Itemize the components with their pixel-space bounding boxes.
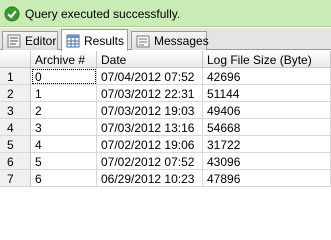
row-number: 6 xyxy=(7,155,14,169)
row-number: 3 xyxy=(7,104,14,118)
cell-value: 54668 xyxy=(207,121,241,135)
cell-value: 07/03/2012 13:16 xyxy=(101,121,195,135)
grid-cell[interactable]: 07/02/2012 19:06 xyxy=(97,136,203,153)
messages-icon xyxy=(136,35,150,48)
status-bar: Query executed successfully. xyxy=(0,0,331,27)
grid-cell[interactable]: 4 xyxy=(31,136,97,153)
grid-cell[interactable]: 42696 xyxy=(203,68,331,85)
row-header[interactable]: 5 xyxy=(0,136,31,153)
grid-cell[interactable]: 07/03/2012 19:03 xyxy=(97,102,203,119)
grid-cell[interactable]: 47896 xyxy=(203,170,331,187)
column-header-date[interactable]: Date xyxy=(97,51,203,68)
grid-cell[interactable]: 49406 xyxy=(203,102,331,119)
row-header[interactable]: 4 xyxy=(0,119,31,136)
grid-cell[interactable]: 07/03/2012 13:16 xyxy=(97,119,203,136)
cell-value: 1 xyxy=(35,87,42,101)
grid-cell[interactable]: 54668 xyxy=(203,119,331,136)
grid-cell[interactable]: 5 xyxy=(31,153,97,170)
results-grid[interactable]: Archive # Date Log File Size (Byte) 1 0 … xyxy=(0,51,331,215)
grid-cell[interactable]: 07/03/2012 22:31 xyxy=(97,85,203,102)
cell-value: 06/29/2012 10:23 xyxy=(101,172,195,186)
column-header-label: Log File Size (Byte) xyxy=(207,53,312,67)
row-number: 1 xyxy=(7,70,14,84)
row-header[interactable]: 7 xyxy=(0,170,31,187)
row-header[interactable]: 6 xyxy=(0,153,31,170)
row-number: 5 xyxy=(7,138,14,152)
cell-value: 51144 xyxy=(207,87,240,101)
status-message: Query executed successfully. xyxy=(25,7,181,21)
cell-value: 31722 xyxy=(207,138,241,152)
grid-corner[interactable] xyxy=(0,51,31,68)
results-grid-icon xyxy=(66,34,80,48)
tab-results[interactable]: Results xyxy=(61,29,128,51)
row-number: 4 xyxy=(7,121,14,135)
grid-cell[interactable]: 31722 xyxy=(203,136,331,153)
row-header[interactable]: 3 xyxy=(0,102,31,119)
grid-cell[interactable]: 6 xyxy=(31,170,97,187)
grid-cell[interactable]: 06/29/2012 10:23 xyxy=(97,170,203,187)
cell-value: 07/03/2012 22:31 xyxy=(101,87,195,101)
grid-cell[interactable]: 1 xyxy=(31,85,97,102)
column-header-label: Date xyxy=(101,53,127,67)
cell-value: 07/02/2012 19:06 xyxy=(101,138,195,152)
grid-cell[interactable]: 0 xyxy=(31,68,97,85)
cell-value: 4 xyxy=(35,138,42,152)
cell-value: 43096 xyxy=(207,155,241,169)
cell-value: 42696 xyxy=(207,70,241,84)
row-header[interactable]: 2 xyxy=(0,85,31,102)
cell-value: 6 xyxy=(35,172,42,186)
row-number: 7 xyxy=(7,172,14,186)
cell-value: 07/04/2012 07:52 xyxy=(101,70,195,84)
tab-editor[interactable]: Editor xyxy=(2,31,58,50)
grid-cell[interactable]: 2 xyxy=(31,102,97,119)
tab-strip: Editor Results Messages xyxy=(0,28,331,51)
tab-editor-label: Editor xyxy=(25,34,57,48)
tab-messages[interactable]: Messages xyxy=(131,31,209,50)
grid-cell[interactable]: 07/02/2012 07:52 xyxy=(97,153,203,170)
grid-cell[interactable]: 07/04/2012 07:52 xyxy=(97,68,203,85)
editor-icon xyxy=(7,34,21,48)
grid-cell[interactable]: 3 xyxy=(31,119,97,136)
cell-value: 5 xyxy=(35,155,42,169)
tab-messages-label: Messages xyxy=(154,34,209,48)
row-header[interactable]: 1 xyxy=(0,68,31,85)
cell-value: 07/02/2012 07:52 xyxy=(101,155,195,169)
cell-value: 07/03/2012 19:03 xyxy=(101,104,195,118)
grid-cell[interactable]: 51144 xyxy=(203,85,331,102)
grid-cell[interactable]: 43096 xyxy=(203,153,331,170)
cell-value: 3 xyxy=(35,121,42,135)
column-header-label: Archive # xyxy=(35,53,86,67)
tab-results-label: Results xyxy=(84,34,125,48)
cell-value: 0 xyxy=(35,70,42,84)
cell-value: 47896 xyxy=(207,172,241,186)
success-check-icon xyxy=(4,6,20,22)
column-header-log-size[interactable]: Log File Size (Byte) xyxy=(203,51,331,68)
cell-value: 2 xyxy=(35,104,42,118)
cell-value: 49406 xyxy=(207,104,241,118)
row-number: 2 xyxy=(7,87,14,101)
column-header-archive[interactable]: Archive # xyxy=(31,51,97,68)
